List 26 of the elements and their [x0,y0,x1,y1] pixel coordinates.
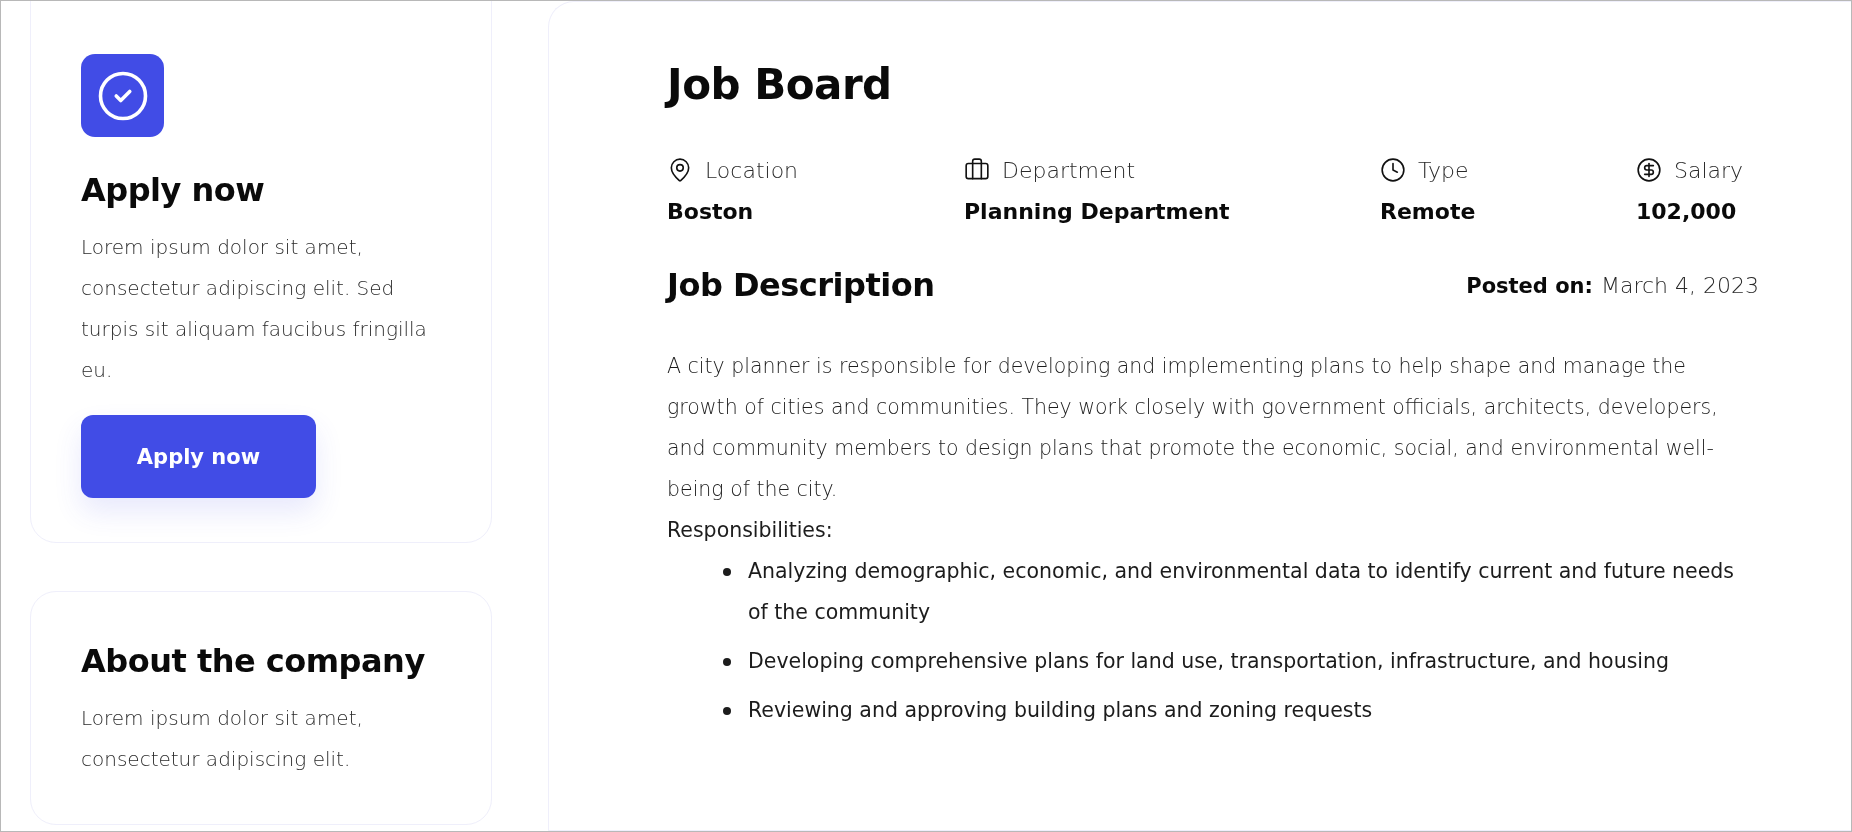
apply-button[interactable]: Apply now [81,415,316,498]
detail-value: Remote [1380,199,1477,224]
detail-label: Location [705,157,799,183]
detail-value: Boston [667,199,755,224]
posted-date: March 4, 2023 [1600,272,1759,298]
responsibility-text: Reviewing and approving building plans and zoning requests [748,697,1373,724]
responsibility-text: Analyzing demographic, economic, and environmental data to identify current and future needs of the community [748,558,1736,626]
posted-label: Posted on: [1466,273,1593,298]
section-title: Job Description [667,266,935,304]
card-title: Apply now [81,171,265,209]
bullet-icon [723,568,731,576]
card-text: Lorem ipsum dolor sit amet, consectetur adipiscing elit. [81,705,364,773]
detail-value: Planning Department [964,199,1231,224]
card-text: Lorem ipsum dolor sit amet, consectetur adipiscing elit. Sed turpis sit aliquam faucibus fringilla eu. [81,234,428,384]
detail-label: Salary [1674,157,1744,183]
dollar-icon [1636,157,1662,183]
clock-icon [1380,157,1406,183]
description-text: A city planner is responsible for developing and implementing plans to help shape and manage the growth of cities and communities. They work closely with government officials, architects, developers, and community members to design plans that promote the economic, social, and environmental well-being of the city. [667,353,1719,503]
detail-value: 102,000 [1636,199,1738,224]
bullet-icon [723,707,731,715]
responsibilities-label: Responsibilities: [667,517,834,544]
detail-label: Type [1418,157,1469,183]
bullet-icon [723,658,731,666]
detail-label: Department [1002,157,1136,183]
card-title: About the company [81,642,425,680]
responsibility-text: Developing comprehensive plans for land use, transportation, infrastructure, and housing [748,648,1670,675]
